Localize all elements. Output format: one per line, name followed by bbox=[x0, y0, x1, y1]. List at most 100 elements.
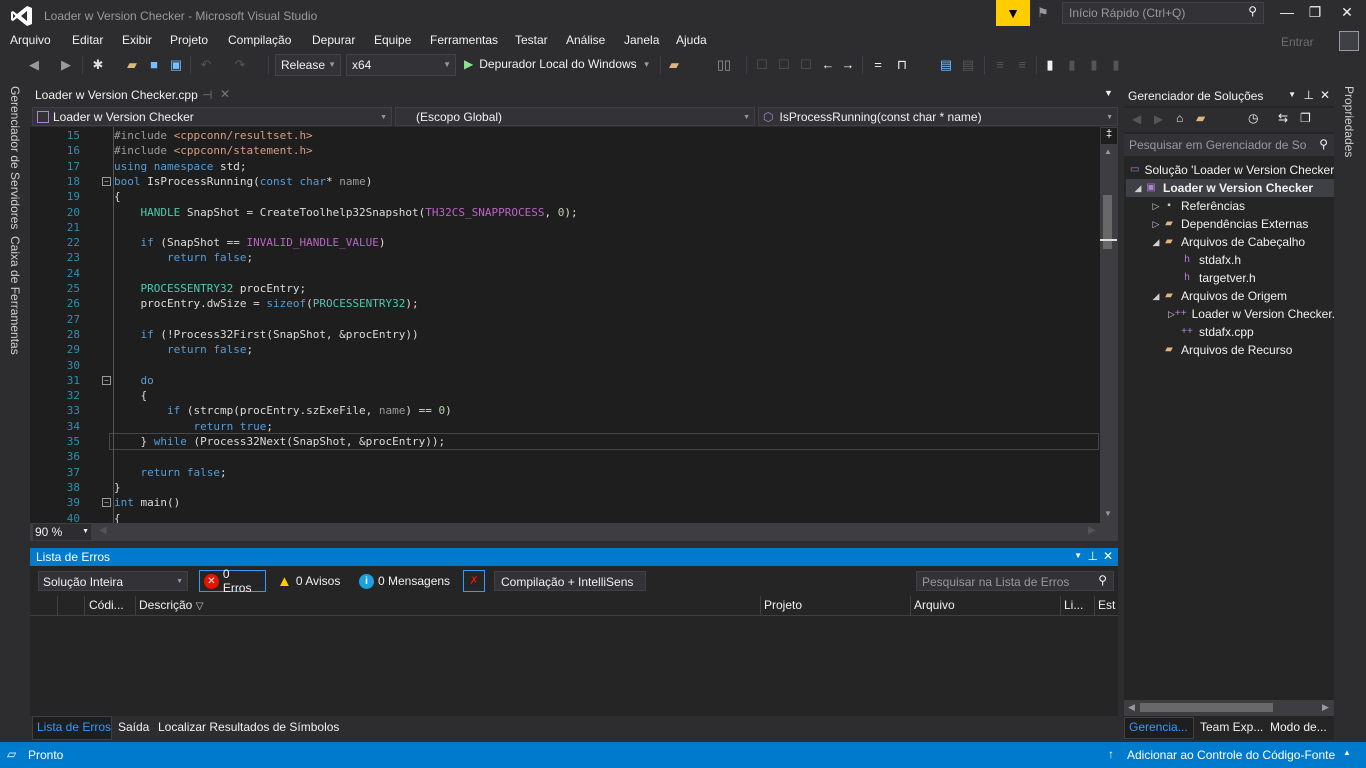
tab-toolbox[interactable]: Caixa de Ferramentas bbox=[8, 236, 22, 355]
sync-icon[interactable]: ⇆ bbox=[1278, 111, 1288, 125]
solution-tree-item[interactable]: ++ stdafx.cpp bbox=[1126, 323, 1334, 341]
forward-icon[interactable]: ▶ bbox=[1154, 112, 1163, 126]
menu-ferramentas[interactable]: Ferramentas bbox=[430, 33, 498, 47]
pin-icon[interactable]: ⊣ bbox=[202, 88, 212, 102]
project-scope-dropdown[interactable]: Loader w Version Checker ▼ bbox=[32, 107, 392, 126]
tab-find-symbol-results[interactable]: Localizar Resultados de Símbolos bbox=[158, 720, 339, 734]
code-line[interactable]: 37 return false; bbox=[30, 465, 1100, 480]
pending-changes-icon[interactable]: ◷ bbox=[1248, 111, 1258, 125]
minimize-button[interactable]: — bbox=[1272, 4, 1302, 24]
tab-error-list[interactable]: Lista de Erros bbox=[37, 720, 111, 734]
member-scope-dropdown[interactable]: ⬡ IsProcessRunning(const char * name) ▼ bbox=[758, 107, 1118, 126]
solution-tree-item[interactable]: ◢ ▣ Loader w Version Checker bbox=[1126, 179, 1334, 197]
code-line[interactable]: 38} bbox=[30, 480, 1100, 495]
code-line[interactable]: 31 do bbox=[30, 373, 1100, 388]
code-line[interactable]: 20 HANDLE SnapShot = CreateToolhelp32Sna… bbox=[30, 205, 1100, 220]
menu-arquivo[interactable]: Arquivo bbox=[10, 33, 51, 47]
comment-icon[interactable]: ☐ bbox=[754, 57, 770, 73]
code-line[interactable]: 17 using namespace std; bbox=[30, 159, 1100, 174]
scroll-right-icon[interactable]: ▶ bbox=[1088, 525, 1096, 536]
new-project-icon[interactable]: ✱ bbox=[90, 57, 106, 73]
step-icon[interactable]: ▤ bbox=[938, 57, 954, 73]
menu-projeto[interactable]: Projeto bbox=[170, 33, 208, 47]
split-handle-icon[interactable]: ‡ bbox=[1101, 128, 1117, 144]
navigate-back-icon[interactable]: ◀ bbox=[26, 57, 42, 73]
build-source-dropdown[interactable]: Compilação + IntelliSens bbox=[494, 571, 646, 591]
previous-bookmark-icon[interactable]: ▮ bbox=[1064, 57, 1080, 73]
solution-tree-item[interactable]: h stdafx.h bbox=[1126, 251, 1334, 269]
code-line[interactable]: 27 bbox=[30, 312, 1100, 327]
column-code[interactable]: Códi... bbox=[89, 598, 124, 612]
account-avatar-icon[interactable] bbox=[1339, 31, 1359, 51]
code-line[interactable]: 18 bool IsProcessRunning(const char* name… bbox=[30, 174, 1100, 189]
editor-vertical-scrollbar[interactable]: ‡ ▲ ▼ bbox=[1100, 127, 1118, 523]
solution-tree-item[interactable]: ▷ ▪ Referências bbox=[1126, 197, 1334, 215]
close-panel-icon[interactable]: ✕ bbox=[1320, 88, 1330, 102]
pin-icon[interactable]: ⊥ bbox=[1304, 88, 1314, 102]
code-line[interactable]: 23 return false; bbox=[30, 250, 1100, 265]
error-scope-dropdown[interactable]: Solução Inteira ▼ bbox=[38, 571, 188, 591]
collapse-icon[interactable]: ◢ bbox=[1150, 237, 1162, 248]
undo-icon[interactable]: ↶ bbox=[198, 57, 214, 73]
code-line[interactable]: 15 #include <cppconn/resultset.h> bbox=[30, 128, 1100, 143]
lock-icon[interactable]: ⊓ bbox=[894, 57, 910, 73]
code-line[interactable]: 39 int main() bbox=[30, 495, 1100, 510]
clear-bookmarks-icon[interactable]: ▮ bbox=[1108, 57, 1124, 73]
tab-output[interactable]: Saída bbox=[118, 720, 149, 734]
find-in-files-icon[interactable]: ▰ bbox=[666, 57, 682, 73]
code-line[interactable]: 26 procEntry.dwSize = sizeof(PROCESSENTR… bbox=[30, 296, 1100, 311]
code-line[interactable]: 40 { bbox=[30, 511, 1100, 524]
home-icon[interactable]: ⌂ bbox=[1176, 111, 1183, 125]
warnings-filter-button[interactable]: ▲ 0 Avisos bbox=[273, 570, 344, 592]
feedback-button[interactable]: ▼ bbox=[996, 0, 1030, 26]
indent-icon[interactable]: ≡ bbox=[992, 57, 1008, 73]
close-tab-icon[interactable]: ✕ bbox=[220, 87, 230, 101]
sign-in-link[interactable]: Entrar bbox=[1281, 35, 1314, 49]
column-state[interactable]: Esta bbox=[1098, 598, 1116, 612]
configuration-dropdown[interactable]: Release ▼ bbox=[275, 54, 341, 76]
errors-filter-button[interactable]: ✕ 0 Erros bbox=[199, 567, 266, 595]
code-line[interactable]: 22 if (SnapShot == INVALID_HANDLE_VALUE) bbox=[30, 235, 1100, 250]
solution-search-input[interactable]: Pesquisar em Gerenciador de So ⚲ bbox=[1124, 134, 1334, 156]
close-button[interactable]: ✕ bbox=[1332, 4, 1362, 24]
code-line[interactable]: 24 bbox=[30, 266, 1100, 281]
platform-dropdown[interactable]: x64 ▼ bbox=[346, 54, 456, 76]
collapse-region-icon[interactable]: − bbox=[102, 176, 111, 186]
collapse-region-icon[interactable]: − bbox=[102, 375, 111, 385]
previous-comment-icon[interactable]: ☐ bbox=[776, 57, 792, 73]
menu-testar[interactable]: Testar bbox=[515, 33, 548, 47]
column-project[interactable]: Projeto bbox=[764, 598, 802, 612]
arrow-left-icon[interactable]: ← bbox=[820, 57, 836, 73]
clear-filter-icon[interactable]: ✗ bbox=[463, 570, 485, 592]
next-comment-icon[interactable]: ☐ bbox=[798, 57, 814, 73]
scroll-down-icon[interactable]: ▼ bbox=[1104, 509, 1112, 518]
panel-menu-icon[interactable]: ▼ bbox=[1074, 551, 1082, 560]
column-description[interactable]: Descrição ▽ bbox=[139, 598, 203, 612]
start-debugging-button[interactable]: ▶ Depurador Local do Windows ▼ bbox=[464, 57, 651, 71]
solution-tree-item[interactable]: ▷ ▰ Dependências Externas bbox=[1126, 215, 1334, 233]
equals-icon[interactable]: = bbox=[870, 57, 886, 73]
messages-filter-button[interactable]: i 0 Mensagens bbox=[355, 570, 454, 592]
solution-tree-item[interactable]: h targetver.h bbox=[1126, 269, 1334, 287]
solution-tree-item[interactable]: ◢ ▰ Arquivos de Cabeçalho bbox=[1126, 233, 1334, 251]
expand-icon[interactable]: ▷ bbox=[1168, 309, 1175, 320]
code-line[interactable]: 16 #include <cppconn/statement.h> bbox=[30, 143, 1100, 158]
solution-tree-item[interactable]: ▷++ Loader w Version Checker.cpp bbox=[1126, 305, 1334, 323]
error-search-input[interactable]: Pesquisar na Lista de Erros ⚲ bbox=[916, 571, 1114, 591]
scroll-right-icon[interactable]: ▶ bbox=[1322, 702, 1329, 713]
navigate-forward-icon[interactable]: ▶ bbox=[58, 57, 74, 73]
collapse-all-icon[interactable]: ❐ bbox=[1300, 111, 1311, 125]
tab-solution-explorer[interactable]: Gerencia... bbox=[1129, 720, 1188, 734]
chevron-up-icon[interactable]: ▲ bbox=[1343, 748, 1351, 757]
bookmark-icon[interactable]: ▮ bbox=[1042, 57, 1058, 73]
code-line[interactable]: 28 if (!Process32First(SnapShot, &procEn… bbox=[30, 327, 1100, 342]
collapse-region-icon[interactable]: − bbox=[102, 498, 111, 508]
redo-icon[interactable]: ↷ bbox=[232, 57, 248, 73]
tab-overflow-icon[interactable]: ▼ bbox=[1104, 88, 1113, 98]
quick-launch-input[interactable]: Início Rápido (Ctrl+Q) ⚲ bbox=[1062, 2, 1264, 24]
outline-icon[interactable]: ▤ bbox=[960, 57, 976, 73]
expand-icon[interactable]: ▷ bbox=[1150, 201, 1162, 212]
add-to-source-control-button[interactable]: Adicionar ao Controle do Código-Fonte bbox=[1127, 748, 1335, 762]
code-line[interactable]: 32 { bbox=[30, 388, 1100, 403]
tab-properties[interactable]: Propriedades bbox=[1342, 86, 1356, 157]
